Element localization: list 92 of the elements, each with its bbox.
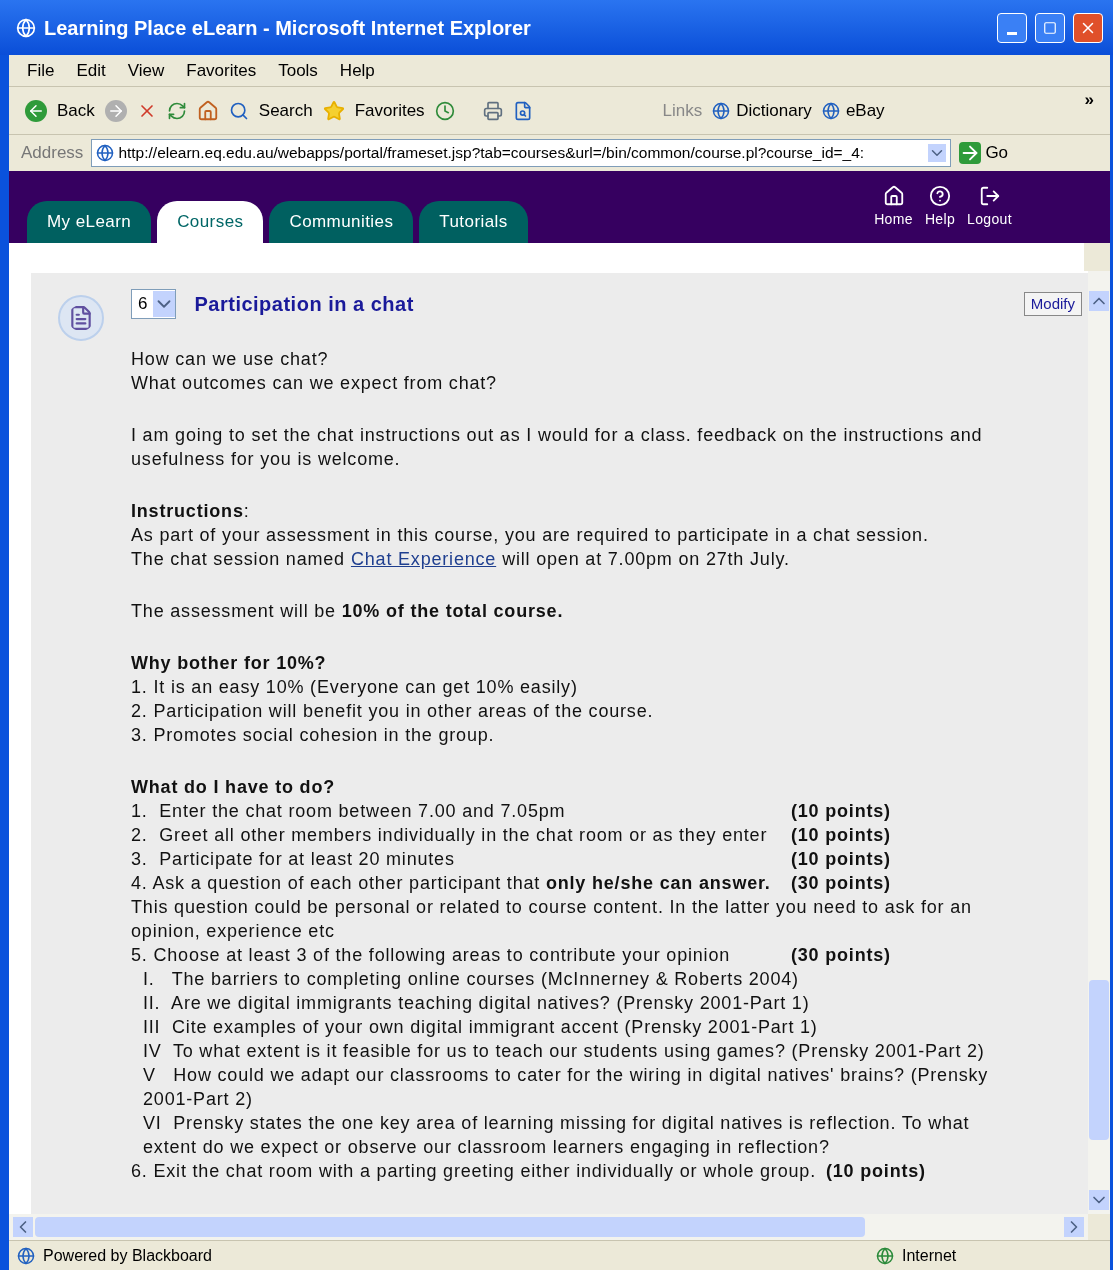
logout-icon[interactable] <box>978 184 1001 207</box>
scroll-up-icon[interactable] <box>1089 291 1109 311</box>
portal-tab[interactable]: Tutorials <box>419 201 528 243</box>
body-text: As part of your assessment in this course, you are required to participate in a chat session. <box>131 525 929 545</box>
sub-item-text: II. Are we digital immigrants teaching digital natives? (Prensky 2001-Part 1) <box>143 993 810 1013</box>
task-text: 6. Exit the chat room with a parting greeting either individually or whole group. <box>131 1161 816 1181</box>
points-label: (10 points) <box>791 800 891 823</box>
print-icon[interactable] <box>482 100 503 121</box>
points-label: (10 points) <box>825 1160 926 1183</box>
order-select[interactable]: 6 <box>131 289 177 319</box>
link-button[interactable]: eBay <box>845 97 885 124</box>
page-icon <box>17 1246 35 1265</box>
task-text: 1. Enter the chat room between 7.00 and 7.05pm <box>131 801 566 821</box>
body-text: 2. Participation will benefit you in other areas of the course. <box>131 701 654 721</box>
go-icon[interactable] <box>959 142 982 164</box>
search-icon[interactable] <box>228 100 249 121</box>
body-text: I am going to set the chat instructions out as I would for a class. feedback on the instructions and usefulness for you is welcome. <box>131 425 984 469</box>
menu-item[interactable]: View <box>127 57 165 84</box>
back-icon[interactable] <box>25 99 47 122</box>
modify-button[interactable]: Modify <box>1023 291 1082 317</box>
address-label: Address <box>21 142 84 165</box>
points-label: (30 points) <box>791 872 891 895</box>
link-button[interactable]: Dictionary <box>736 97 812 124</box>
history-icon[interactable] <box>434 100 455 121</box>
home-icon[interactable] <box>882 184 905 207</box>
sub-item-text: IV To what extent is it feasible for us to teach our students using games? (Prensky 2001-Part 2) <box>143 1041 985 1061</box>
body-text: 3. Promotes social cohesion in the group. <box>131 725 495 745</box>
document-icon <box>58 295 104 341</box>
favorites-button[interactable]: Favorites <box>354 97 425 124</box>
body-text: The assessment will be 10% of the total course. <box>131 601 564 621</box>
go-button[interactable]: Go <box>985 140 1009 166</box>
section-heading: What do I have to do? <box>131 777 335 797</box>
body-text: What outcomes can we expect from chat? <box>131 373 497 393</box>
zone-label: Internet <box>902 1245 958 1266</box>
points-label: (10 points) <box>791 824 891 847</box>
header-link[interactable]: Home <box>874 208 913 230</box>
menu-item[interactable]: Edit <box>76 57 106 84</box>
close-button[interactable] <box>1073 12 1103 43</box>
sub-item-text: I. The barriers to completing online courses (McInnerney & Roberts 2004) <box>143 969 799 989</box>
portal-tab[interactable]: Courses <box>157 201 264 243</box>
forward-icon[interactable] <box>104 99 127 122</box>
scroll-left-icon[interactable] <box>13 1217 33 1237</box>
minimize-icon <box>1007 32 1017 35</box>
search-button[interactable]: Search <box>258 97 313 124</box>
points-label: (10 points) <box>791 848 891 871</box>
task-text: 5. Choose at least 3 of the following areas to contribute your opinion <box>131 945 731 965</box>
portal-tab[interactable]: My eLearn <box>27 201 152 243</box>
toolbar-overflow[interactable]: » <box>1084 87 1094 113</box>
window-title: Learning Place eLearn - Microsoft Internet Explorer <box>44 15 532 41</box>
status-text: Powered by Blackboard <box>43 1245 213 1266</box>
help-icon[interactable] <box>928 184 951 207</box>
task-text: 3. Participate for at least 20 minutes <box>131 849 455 869</box>
item-title: Participation in a chat <box>194 292 415 317</box>
menu-item[interactable]: Favorites <box>186 57 257 84</box>
page-icon <box>712 101 731 120</box>
scroll-down-icon[interactable] <box>1089 1190 1109 1210</box>
scroll-thumb[interactable] <box>1089 980 1109 1140</box>
body-text: How can we use chat? <box>131 349 329 369</box>
body-text: This question could be personal or related to course content. In the latter you need to ask for an opinion, experience etc <box>131 897 973 941</box>
chat-link[interactable]: Chat Experience <box>350 547 497 571</box>
scroll-thumb[interactable] <box>35 1217 865 1237</box>
maximize-icon <box>1043 20 1057 35</box>
sub-item-text: V How could we adapt our classrooms to cater for the wiring in digital natives' brains? (Prensky 2001-Part 2) <box>143 1065 990 1109</box>
points-label: (30 points) <box>791 944 891 967</box>
page-icon <box>821 101 840 120</box>
scroll-right-icon[interactable] <box>1064 1217 1084 1237</box>
task-text: 4. Ask a question of each other participant that only he/she can answer. <box>131 873 771 893</box>
header-link[interactable]: Logout <box>967 208 1012 230</box>
task-text: 2. Greet all other members individually in the chat room or as they enter <box>131 825 768 845</box>
body-text: Instructions: <box>131 501 250 521</box>
body-text: will open at 7.00pm on 27th July. <box>502 548 790 571</box>
maximize-button[interactable] <box>1035 12 1065 43</box>
body-text: The chat session named <box>131 548 345 571</box>
body-text: 1. It is an easy 10% (Everyone can get 10% easily) <box>131 677 578 697</box>
portal-tab[interactable]: Communities <box>269 201 414 243</box>
vertical-scrollbar[interactable] <box>1088 271 1110 1214</box>
menu-item[interactable]: Tools <box>278 57 318 84</box>
refresh-icon[interactable] <box>166 100 187 121</box>
menu-item[interactable]: Help <box>339 57 375 84</box>
header-link[interactable]: Help <box>924 208 956 230</box>
page-icon <box>96 144 115 162</box>
browser-icon <box>16 17 36 38</box>
section-heading: Why bother for 10%? <box>131 653 327 673</box>
back-button[interactable]: Back <box>57 97 95 124</box>
horizontal-scrollbar[interactable] <box>9 1214 1088 1240</box>
minimize-button[interactable] <box>997 12 1027 43</box>
internet-zone-icon <box>876 1246 894 1265</box>
links-label: Links <box>662 99 703 122</box>
sub-item-text: III Cite examples of your own digital immigrant accent (Prensky 2001-Part 1) <box>143 1017 818 1037</box>
address-field[interactable]: http://elearn.eq.edu.au/webapps/portal/frameset.jsp?tab=courses&url=/bin/common/course.pl?course_id=_4: <box>91 139 952 167</box>
menu-item[interactable]: File <box>27 57 55 84</box>
sub-item-text: VI Prensky states the one key area of learning missing for digital natives is reflection. To what extent do we expect or observe our classroom learners engaging in reflection? <box>143 1113 971 1157</box>
